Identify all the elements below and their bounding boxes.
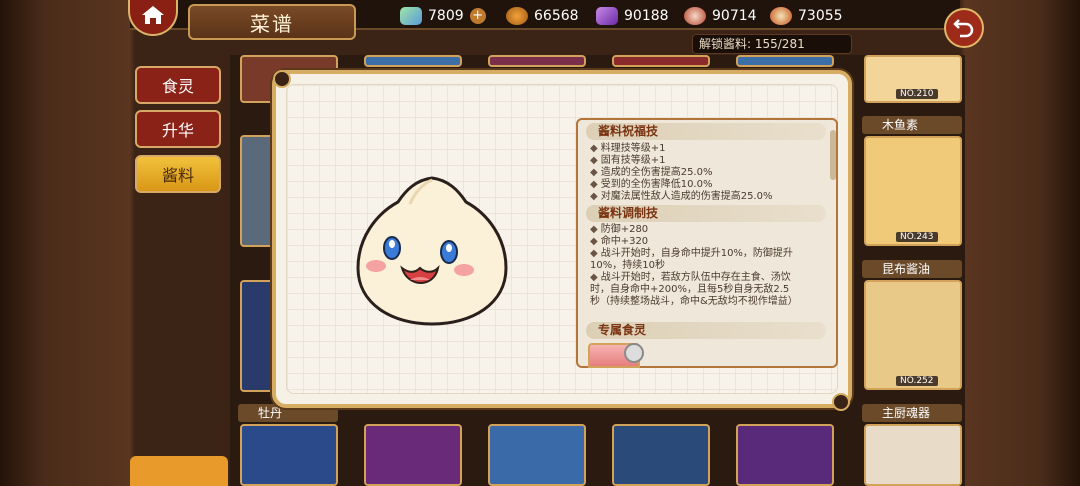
tab-ascension[interactable]: 升华 [135, 110, 221, 148]
resource-value: 7809 [428, 8, 464, 24]
card-number: NO.243 [896, 232, 938, 242]
resource-value: 66568 [534, 8, 579, 24]
resource-meat: 90714 [684, 5, 757, 27]
dish-icon [770, 7, 792, 25]
stat-line: ◆ 受到的全伤害降低10.0% [590, 179, 713, 190]
card[interactable]: NO.252 [864, 280, 962, 390]
stat-line: ◆ 战斗开始时，若敌方队伍中存在主食、汤饮时，自身命中+200%，且每5秒自身无敌… [590, 272, 798, 307]
meat-icon [684, 7, 706, 25]
card-number: NO.252 [896, 376, 938, 386]
card-name: 主厨魂器 [862, 404, 962, 422]
diamond-bullet-icon: ◆ [590, 191, 598, 202]
bottom-action-button[interactable] [130, 456, 228, 486]
unlock-counter: 解锁酱料: 155/281 [692, 34, 852, 54]
stat-line: ◆ 料理技等级+1 [590, 143, 666, 154]
stat-line: ◆ 命中+320 [590, 236, 649, 247]
tab-food-souls[interactable]: 食灵 [135, 66, 221, 104]
card[interactable] [736, 424, 834, 486]
card-name: 昆布酱油 [862, 260, 962, 278]
card-name: 木鱼素 [862, 116, 962, 134]
resource-dish: 73055 [770, 5, 843, 27]
card[interactable] [612, 55, 710, 67]
stat-line: ◆ 造成的全伤害提高25.0% [590, 167, 713, 178]
purple-gem-icon [596, 7, 618, 25]
card[interactable]: NO.210 [864, 55, 962, 103]
potion-icon [506, 7, 528, 25]
card[interactable] [240, 424, 338, 486]
resource-value: 73055 [798, 8, 843, 24]
back-button[interactable] [944, 8, 984, 48]
add-crystal-button[interactable]: + [469, 8, 486, 24]
tab-sauce[interactable]: 酱料 [135, 155, 221, 193]
stat-line: ◆ 对魔法属性敌人造成的伤害提高25.0% [590, 191, 773, 202]
diamond-bullet-icon: ◆ [590, 248, 598, 259]
corner-ornament-icon [832, 393, 850, 411]
resource-value: 90714 [712, 8, 757, 24]
back-arrow-icon [952, 14, 976, 42]
diamond-bullet-icon: ◆ [590, 179, 598, 190]
diamond-bullet-icon: ◆ [590, 167, 598, 178]
diamond-bullet-icon: ◆ [590, 272, 598, 283]
section-title-craft: 酱料调制技 [586, 205, 826, 222]
card-number: NO.210 [896, 89, 938, 99]
sauce-character-image [352, 172, 512, 330]
section-title-exclusive: 专属食灵 [586, 322, 826, 339]
card[interactable] [736, 55, 834, 67]
page-title: 菜谱 [188, 4, 356, 40]
section-title-blessing: 酱料祝福技 [586, 123, 826, 140]
stat-line: ◆ 防御+280 [590, 224, 649, 235]
info-scrollbar[interactable] [830, 130, 836, 180]
diamond-bullet-icon: ◆ [590, 236, 598, 247]
resource-purple-gem: 90188 [596, 5, 669, 27]
resource-potion: 66568 [506, 5, 579, 27]
magnify-icon[interactable] [624, 343, 644, 363]
card[interactable] [364, 55, 462, 67]
diamond-bullet-icon: ◆ [590, 143, 598, 154]
diamond-bullet-icon: ◆ [590, 155, 598, 166]
resource-value: 90188 [624, 8, 669, 24]
card[interactable] [364, 424, 462, 486]
corner-ornament-icon [273, 70, 291, 88]
diamond-bullet-icon: ◆ [590, 224, 598, 235]
home-icon [140, 4, 166, 30]
card[interactable] [488, 424, 586, 486]
stat-line: ◆ 战斗开始时，自身命中提升10%，防御提升10%，持续10秒 [590, 248, 793, 271]
resource-crystal: 7809 + [400, 5, 486, 27]
card[interactable] [488, 55, 586, 67]
stat-line: ◆ 固有技等级+1 [590, 155, 666, 166]
card[interactable] [612, 424, 710, 486]
card[interactable] [864, 424, 962, 486]
card[interactable]: NO.243 [864, 136, 962, 246]
crystal-icon [400, 7, 422, 25]
